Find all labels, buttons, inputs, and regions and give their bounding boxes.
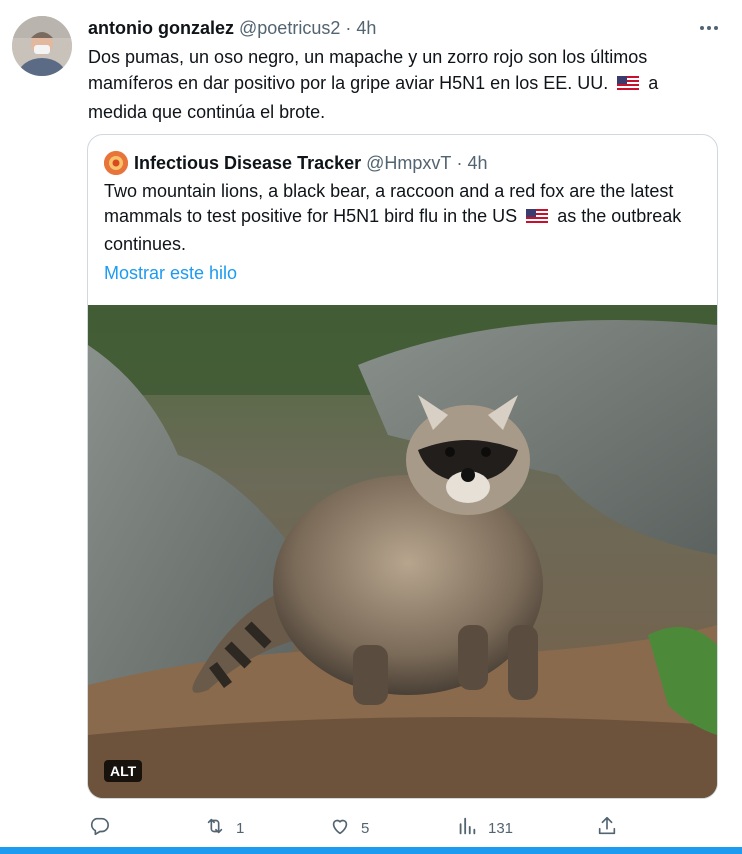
more-icon[interactable] <box>696 16 722 40</box>
bottom-scroll-bar <box>0 847 742 854</box>
quote-header: Infectious Disease Tracker @HmpxvT · 4h <box>104 151 487 175</box>
time-separator: · <box>345 18 352 38</box>
quote-time-separator: · <box>456 153 463 173</box>
reply-button[interactable] <box>88 814 120 842</box>
like-button[interactable]: 5 <box>329 814 369 842</box>
action-bar: 1 5 131 <box>88 814 728 842</box>
share-button[interactable] <box>596 814 628 842</box>
like-icon <box>329 815 361 841</box>
quote-author-name[interactable]: Infectious Disease Tracker <box>134 151 361 175</box>
author-name[interactable]: antonio gonzalez <box>88 18 234 38</box>
like-count: 5 <box>361 819 370 837</box>
us-flag-icon <box>617 73 640 99</box>
tweet-header: antonio gonzalez @poetricus2 · 4h <box>88 16 376 40</box>
views-icon <box>456 815 488 841</box>
share-icon <box>596 815 628 841</box>
views-button[interactable]: 131 <box>456 814 513 842</box>
tweet-text: Dos pumas, un oso negro, un mapache y un… <box>88 44 718 125</box>
quote-avatar[interactable] <box>104 151 128 175</box>
tweet-text-main: Dos pumas, un oso negro, un mapache y un… <box>88 47 648 93</box>
retweet-button[interactable]: 1 <box>204 814 244 842</box>
retweet-count: 1 <box>236 819 245 837</box>
raccoon-photo[interactable]: ALT <box>88 305 717 798</box>
reply-icon <box>88 815 120 841</box>
retweet-icon <box>204 815 236 841</box>
us-flag-icon <box>526 207 549 232</box>
quote-time: 4h <box>467 153 488 173</box>
quoted-tweet[interactable]: Infectious Disease Tracker @HmpxvT · 4h … <box>87 134 718 799</box>
author-handle[interactable]: @poetricus2 <box>239 18 340 38</box>
quote-author-handle[interactable]: @HmpxvT <box>366 151 451 175</box>
tweet-time[interactable]: 4h <box>356 18 376 38</box>
show-thread-link[interactable]: Mostrar este hilo <box>104 261 237 285</box>
author-avatar[interactable] <box>12 16 72 76</box>
alt-badge[interactable]: ALT <box>104 760 143 782</box>
quote-text: Two mountain lions, a black bear, a racc… <box>104 179 704 257</box>
views-count: 131 <box>488 819 514 837</box>
